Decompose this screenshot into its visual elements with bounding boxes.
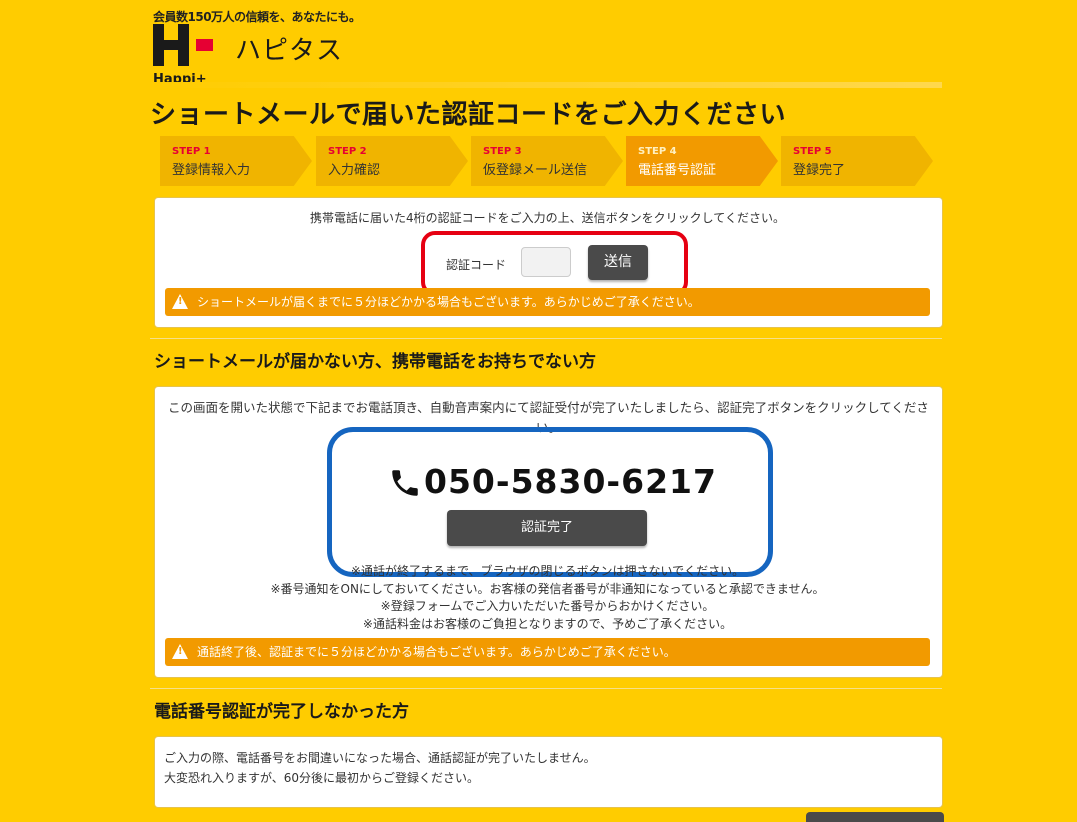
step-number: STEP 3 [483,146,522,157]
sms-warning: ショートメールが届くまでに５分ほどかかる場合もございます。あらかじめご了承くださ… [165,288,930,316]
warning-icon [172,294,188,309]
sms-instruction: 携帯電話に届いた4桁の認証コードをご入力の上、送信ボタンをクリックしてください。 [310,211,785,225]
warning-text: ショートメールが届くまでに５分ほどかかる場合もございます。あらかじめご了承くださ… [197,295,700,309]
step-5: STEP 5 登録完了 [781,136,933,186]
warning-text: 通話終了後、認証までに５分ほどかかる場合もございます。あらかじめご了承ください。 [197,645,676,659]
section-divider [150,688,942,689]
step-2: STEP 2 入力確認 [316,136,468,186]
tagline: 会員数150万人の信頼を、あなたにも。 [153,10,361,24]
page-title: ショートメールで届いた認証コードをご入力ください [150,100,787,130]
incomplete-section-title: 電話番号認証が完了しなかった方 [154,702,409,722]
step-number: STEP 5 [793,146,832,157]
incomplete-info: ご入力の際、電話番号をお間違いになった場合、通話認証が完了いたしません。 大変恐… [164,748,596,788]
step-3: STEP 3 仮登録メール送信 [471,136,623,186]
bottom-button[interactable] [806,812,944,822]
call-note: ※番号通知をONにしておいてください。お客様の発信者番号が非通知になっていると承… [270,582,825,596]
brand-name: ハピタス [235,36,344,66]
step-label: 仮登録メール送信 [483,163,588,178]
step-label: 登録完了 [793,163,846,178]
step-label: 電話番号認証 [638,163,717,178]
call-note: ※通話が終了するまで、ブラウザの閉じるボタンは押さないでください。 [350,564,745,578]
call-section-title: ショートメールが届かない方、携帯電話をお持ちでない方 [154,352,596,372]
step-number: STEP 4 [638,146,677,157]
header-divider [150,82,942,88]
step-1: STEP 1 登録情報入力 [160,136,312,186]
step-number: STEP 1 [172,146,211,157]
step-label: 登録情報入力 [172,163,251,178]
section-divider [150,338,942,339]
highlight-frame-red [421,231,688,296]
step-progress: STEP 1 登録情報入力 STEP 2 入力確認 STEP 3 仮登録メール送… [160,136,940,186]
info-line: 大変恐れ入りますが、60分後に最初からご登録ください。 [164,771,480,785]
call-note: ※登録フォームでご入力いただいた番号からおかけください。 [380,599,715,613]
call-warning: 通話終了後、認証までに５分ほどかかる場合もございます。あらかじめご了承ください。 [165,638,930,666]
happi-logo-icon[interactable] [153,24,213,72]
warning-icon [172,644,188,659]
info-line: ご入力の際、電話番号をお間違いになった場合、通話認証が完了いたしません。 [164,751,596,765]
highlight-frame-blue [327,427,773,577]
step-label: 入力確認 [328,163,381,178]
call-note: ※通話料金はお客様のご負担となりますので、予めご了承ください。 [362,617,733,631]
step-4-active: STEP 4 電話番号認証 [626,136,778,186]
step-number: STEP 2 [328,146,367,157]
